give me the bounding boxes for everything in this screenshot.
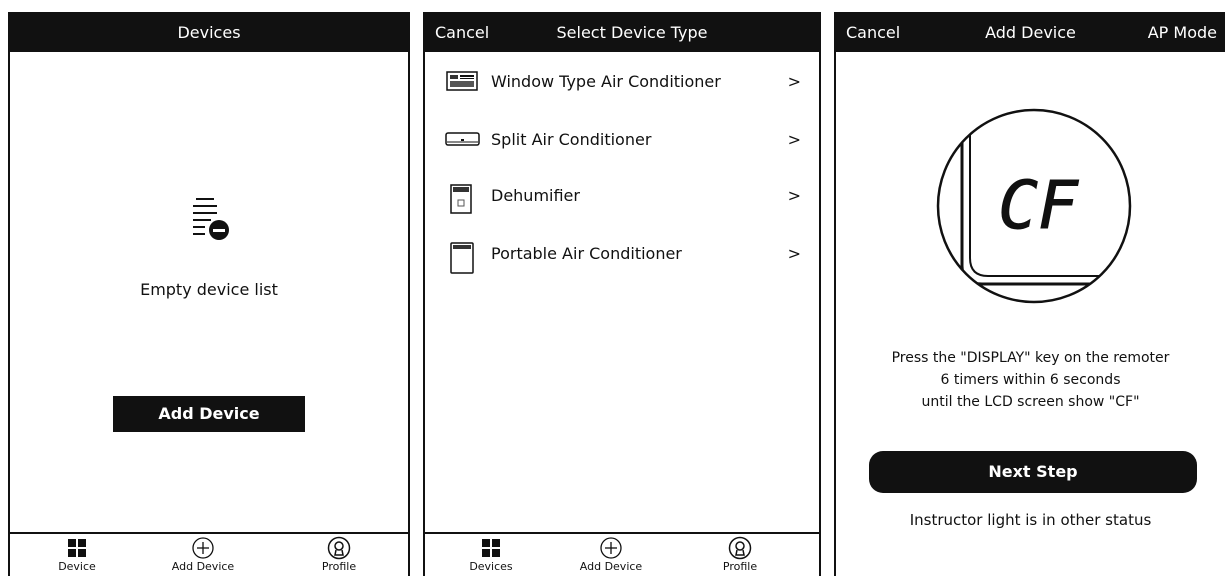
page-title: Select Device Type: [556, 23, 708, 42]
next-step-button[interactable]: Next Step: [869, 451, 1197, 493]
tab-bar: Devices Add Device Profile: [425, 532, 819, 576]
device-type-label: Window Type Air Conditioner: [491, 72, 721, 91]
device-type-portable-ac[interactable]: Portable Air Conditioner >: [425, 234, 819, 274]
tab-add-device[interactable]: Add Device: [163, 536, 243, 574]
devices-screen: Devices Empty device list Add Device Dev…: [8, 12, 410, 576]
tab-label: Profile: [722, 560, 758, 573]
chevron-right-icon: >: [787, 130, 801, 149]
profile-icon: [728, 536, 752, 560]
plus-circle-icon: [192, 537, 214, 559]
page-title: Devices: [177, 23, 241, 42]
profile-icon: [327, 536, 351, 560]
grid-icon: [482, 539, 500, 557]
dehumidifier-icon: [450, 184, 472, 214]
add-device-button[interactable]: Add Device: [113, 396, 305, 432]
device-type-window-ac[interactable]: Window Type Air Conditioner >: [425, 62, 819, 102]
ap-mode-button[interactable]: AP Mode: [1148, 14, 1217, 52]
tab-label: Profile: [321, 560, 357, 573]
instruction-line: until the LCD screen show "CF": [921, 394, 1140, 410]
chevron-right-icon: >: [787, 244, 801, 263]
plus-circle-icon: [600, 537, 622, 559]
lcd-display-illustration: CF: [936, 108, 1132, 304]
tab-profile[interactable]: Profile: [299, 536, 379, 574]
lcd-text: CF: [998, 167, 1079, 244]
window-ac-icon: [446, 71, 478, 91]
header-bar: Cancel Select Device Type: [425, 14, 819, 52]
split-ac-icon: [445, 132, 480, 146]
tab-add-device[interactable]: Add Device: [571, 536, 651, 574]
header-bar: Cancel Add Device AP Mode: [836, 14, 1225, 52]
instruction-line: Press the "DISPLAY" key on the remoter: [891, 350, 1170, 366]
tab-bar: Device Add Device Profile: [10, 532, 408, 576]
header-bar: Devices: [10, 14, 408, 52]
tab-devices[interactable]: Devices: [451, 536, 531, 574]
tab-profile[interactable]: Profile: [700, 536, 780, 574]
tab-label: Devices: [469, 560, 513, 573]
tab-label: Add Device: [171, 560, 235, 573]
device-type-dehumidifier[interactable]: Dehumifier >: [425, 176, 819, 216]
empty-list-icon: [193, 198, 229, 240]
select-device-type-screen: Cancel Select Device Type Window Type Ai…: [423, 12, 821, 576]
grid-icon: [68, 539, 86, 557]
device-type-label: Split Air Conditioner: [491, 130, 652, 149]
chevron-right-icon: >: [787, 72, 801, 91]
tab-label: Add Device: [579, 560, 643, 573]
chevron-right-icon: >: [787, 186, 801, 205]
other-status-link[interactable]: Instructor light is in other status: [836, 511, 1225, 529]
portable-ac-icon: [450, 242, 474, 274]
tab-device[interactable]: Device: [37, 536, 117, 574]
device-type-split-ac[interactable]: Split Air Conditioner >: [425, 120, 819, 160]
device-type-label: Portable Air Conditioner: [491, 244, 682, 263]
add-device-screen: Cancel Add Device AP Mode CF Press the "…: [834, 12, 1225, 576]
tab-label: Device: [58, 560, 96, 573]
empty-list-message: Empty device list: [140, 280, 278, 299]
device-type-label: Dehumifier: [491, 186, 580, 205]
instruction-line: 6 timers within 6 seconds: [940, 372, 1121, 388]
